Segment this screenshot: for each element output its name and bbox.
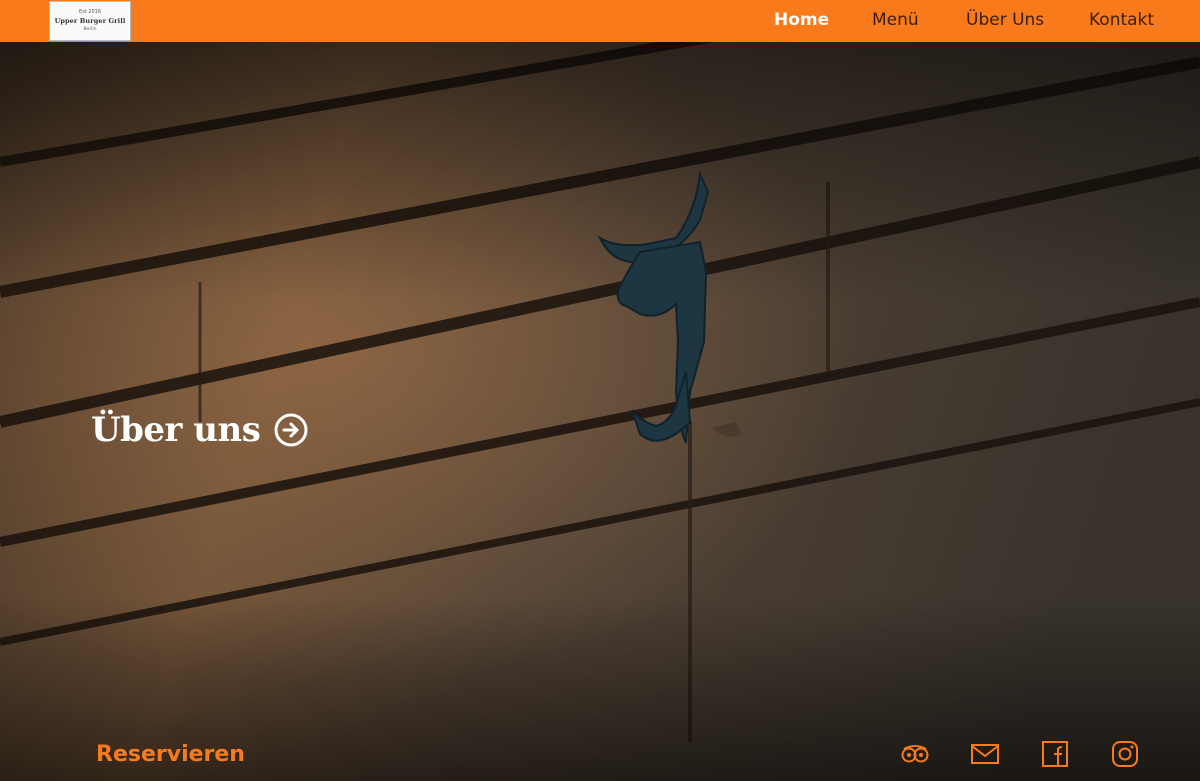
reserve-button[interactable]: Reservieren	[96, 742, 245, 767]
top-navigation-bar: Est 2016 Upper Burger Grill Berlin Home …	[0, 0, 1200, 42]
hero-section: Über uns Reservieren	[0, 42, 1200, 781]
logo-name: Upper Burger Grill	[54, 17, 126, 25]
nav-home[interactable]: Home	[774, 10, 829, 30]
mail-icon[interactable]	[970, 739, 1000, 769]
instagram-icon[interactable]	[1110, 739, 1140, 769]
logo-established: Est 2016	[78, 9, 102, 15]
logo-city: Berlin	[83, 27, 97, 32]
nav-contact[interactable]: Kontakt	[1089, 10, 1154, 30]
nav-menu[interactable]: Menü	[872, 10, 919, 30]
hero-heading: Über uns	[91, 410, 261, 450]
site-logo[interactable]: Est 2016 Upper Burger Grill Berlin	[49, 1, 131, 41]
facebook-icon[interactable]	[1040, 739, 1070, 769]
arrow-right-circle-icon	[274, 413, 308, 447]
tripadvisor-icon[interactable]	[900, 739, 930, 769]
nav-about[interactable]: Über Uns	[966, 10, 1044, 30]
about-us-link[interactable]: Über uns	[91, 410, 308, 450]
